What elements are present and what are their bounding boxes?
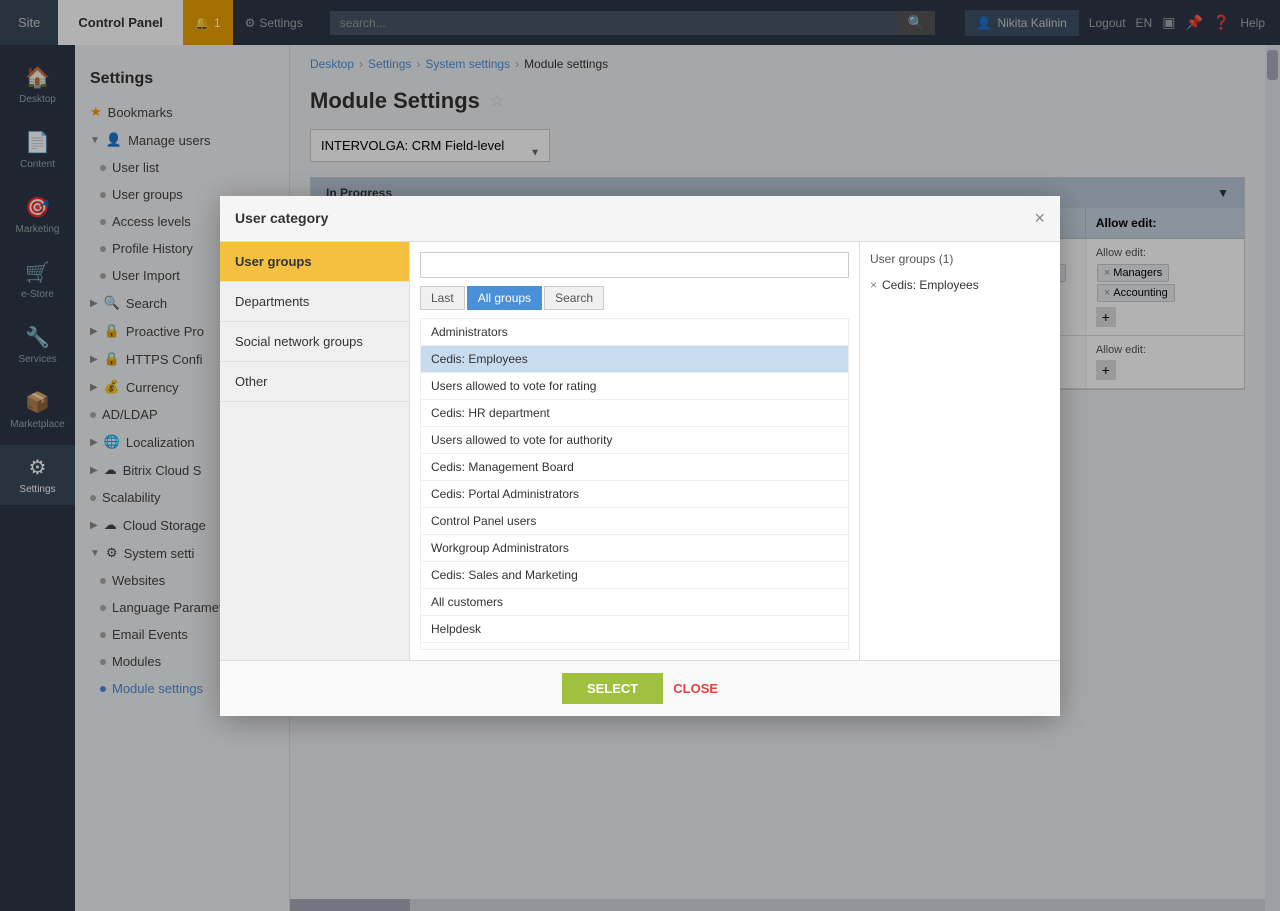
group-list: AdministratorsCedis: EmployeesUsers allo… [420,318,849,650]
group-list-item[interactable]: Control Panel users [421,508,848,535]
modal-search-row [420,252,849,278]
group-list-item[interactable]: Cedis: Portal Administrators [421,481,848,508]
modal-search-input[interactable] [420,252,849,278]
group-list-item[interactable]: Cedis: Employees [421,346,848,373]
modal-center-panel: Last All groups Search AdministratorsCed… [410,242,860,660]
group-list-item[interactable]: Users allowed to vote for authority [421,427,848,454]
tab-search[interactable]: Search [544,286,604,310]
group-list-item[interactable]: Helpdesk [421,616,848,643]
selected-group-item: × Cedis: Employees [870,274,1050,296]
modal-left-item-departments[interactable]: Departments [220,282,409,322]
modal-left-item-other[interactable]: Other [220,362,409,402]
modal-left-panel: User groupsDepartmentsSocial network gro… [220,242,410,660]
tab-all-groups[interactable]: All groups [467,286,542,310]
modal-close-x-button[interactable]: × [1034,208,1045,229]
modal-selected-items: × Cedis: Employees [870,274,1050,296]
modal-overlay: User category × User groupsDepartmentsSo… [0,0,1280,911]
group-list-item[interactable]: Online store administrators [421,643,848,650]
modal-footer: SELECT CLOSE [220,660,1060,716]
modal-body: User groupsDepartmentsSocial network gro… [220,242,1060,660]
remove-selected-icon[interactable]: × [870,278,877,292]
modal-right-panel: User groups (1) × Cedis: Employees [860,242,1060,660]
modal-header: User category × [220,196,1060,242]
select-button[interactable]: SELECT [562,673,663,704]
modal-right-title: User groups (1) [870,252,1050,266]
modal-left-item-user-groups[interactable]: User groups [220,242,409,282]
group-list-item[interactable]: Workgroup Administrators [421,535,848,562]
modal-title: User category [235,210,328,226]
tab-last[interactable]: Last [420,286,465,310]
group-list-item[interactable]: Cedis: Sales and Marketing [421,562,848,589]
group-list-item[interactable]: Administrators [421,319,848,346]
tab-row: Last All groups Search [420,286,849,310]
group-list-item[interactable]: Cedis: Management Board [421,454,848,481]
group-list-item[interactable]: Cedis: HR department [421,400,848,427]
group-list-item[interactable]: All customers [421,589,848,616]
modal-left-item-social-network-groups[interactable]: Social network groups [220,322,409,362]
user-category-modal: User category × User groupsDepartmentsSo… [220,196,1060,716]
close-button[interactable]: CLOSE [673,673,718,704]
group-list-item[interactable]: Users allowed to vote for rating [421,373,848,400]
